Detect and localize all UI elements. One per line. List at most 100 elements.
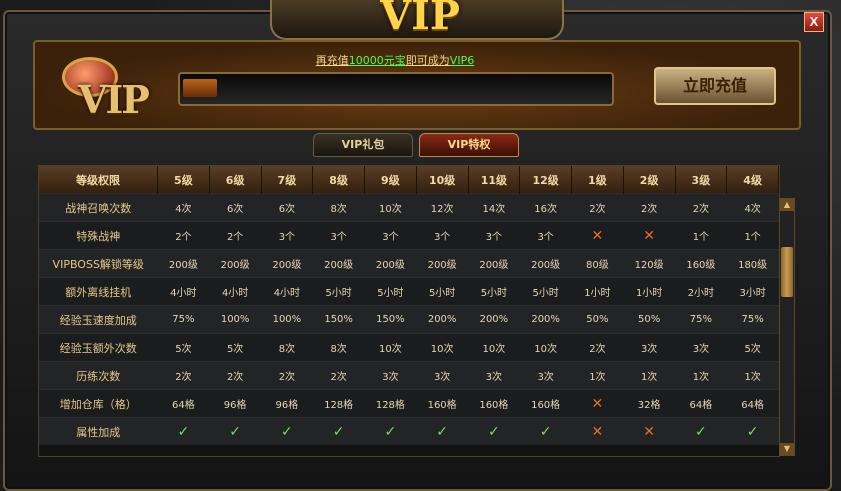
table-cell: 128格 — [312, 389, 365, 418]
row-label: 经验玉速度加成 — [39, 305, 158, 334]
tip-target-level[interactable]: VIP6 — [450, 54, 474, 67]
table-cell: 4小时 — [261, 277, 313, 306]
table-cell: 200级 — [157, 249, 210, 278]
table-cell: 75% — [675, 305, 727, 334]
cross-icon: ✕ — [571, 221, 624, 250]
table-row: 经验玉速度加成 75% 100% 100% 150% 150% 200% 200% 200% 50… — [39, 305, 779, 334]
header-cell-privilege: 等级权限 — [39, 166, 158, 194]
row-label: 历练次数 — [39, 361, 158, 390]
scroll-thumb[interactable] — [781, 247, 793, 297]
header-cell-level: 5级 — [157, 166, 210, 194]
header-cell-level: 11级 — [468, 166, 521, 194]
table-cell: 5小时 — [364, 277, 417, 306]
table-cell: 64格 — [675, 389, 727, 418]
table-cell: 120级 — [623, 249, 675, 278]
table-cell: 1个 — [675, 221, 727, 250]
table-cell: 3次 — [416, 361, 468, 390]
table-cell: 200级 — [364, 249, 417, 278]
table-cell: 4小时 — [157, 277, 210, 306]
tab-1[interactable]: VIP特权 — [419, 133, 519, 157]
check-icon: ✓ — [209, 417, 261, 445]
table-cell: 64格 — [157, 389, 210, 418]
table-cell: 4次 — [157, 193, 210, 222]
table-cell: 150% — [364, 305, 417, 334]
table-cell: 8次 — [261, 333, 313, 362]
table-row: VIPBOSS解锁等级 200级 200级 200级 200级 200级 200级 200级 2… — [39, 249, 779, 278]
table-scrollbar[interactable]: ▲ ▼ — [779, 198, 795, 456]
table-cell: 200级 — [312, 249, 365, 278]
table-cell: 80级 — [571, 249, 624, 278]
table-cell: 6次 — [209, 193, 261, 222]
table-cell: 5次 — [157, 333, 210, 362]
table-cell: 96格 — [209, 389, 261, 418]
table-cell: 50% — [623, 305, 675, 334]
table-cell: 3次 — [623, 333, 675, 362]
check-icon: ✓ — [157, 417, 210, 445]
table-cell: 50% — [571, 305, 624, 334]
table-cell: 1小时 — [571, 277, 624, 306]
table-cell: 3小时 — [726, 277, 779, 306]
window-title: VIP — [380, 0, 460, 39]
table-cell: 2次 — [675, 193, 727, 222]
table-cell: 3个 — [519, 221, 572, 250]
table-cell: 2次 — [571, 193, 624, 222]
table-cell: 160格 — [519, 389, 572, 418]
header-cell-level: 10级 — [416, 166, 469, 194]
check-icon: ✓ — [312, 417, 365, 445]
table-cell: 1次 — [675, 361, 727, 390]
table-cell: 200级 — [519, 249, 572, 278]
table-row: 属性加成 ✓ ✓ ✓ ✓ ✓ ✓ ✓ ✓ ✕ ✕ ✓ ✓ — [39, 417, 779, 445]
table-cell: 5小时 — [312, 277, 365, 306]
table-cell: 200% — [416, 305, 468, 334]
table-row: 特殊战神 2个 2个 3个 3个 3个 3个 3个 3个 ✕ ✕ 1个 1个 — [39, 221, 779, 250]
table-cell: 3个 — [468, 221, 520, 250]
close-button[interactable]: X — [804, 12, 824, 32]
cross-icon: ✕ — [571, 389, 624, 418]
scroll-up-button[interactable]: ▲ — [780, 199, 794, 211]
table-cell: 14次 — [468, 193, 520, 222]
tip-amount[interactable]: 10000元宝 — [349, 54, 406, 67]
table-cell: 75% — [726, 305, 779, 334]
table-cell: 200级 — [416, 249, 468, 278]
header-cell-level: 3级 — [675, 166, 728, 194]
table-row: 战神召唤次数 4次 6次 6次 8次 10次 12次 14次 16次 2次 2次 2次 4次 — [39, 193, 779, 222]
table-cell: 3次 — [675, 333, 727, 362]
header-cell-level: 8级 — [312, 166, 365, 194]
vip-badge-label: VIP — [78, 77, 150, 122]
table-row: 历练次数 2次 2次 2次 2次 3次 3次 3次 3次 1次 1次 1次 1次 — [39, 361, 779, 390]
table-cell: 5小时 — [416, 277, 468, 306]
tab-bar: VIP礼包 VIP特权 — [313, 133, 519, 157]
table-cell: 3个 — [364, 221, 417, 250]
table-cell: 128格 — [364, 389, 417, 418]
table-row: 额外离线挂机 4小时 4小时 4小时 5小时 5小时 5小时 5小时 5小时 1小时 1小时 2小时 3… — [39, 277, 779, 306]
tab-0[interactable]: VIP礼包 — [313, 133, 413, 157]
vip-progress-fill — [183, 79, 217, 97]
table-cell: 2小时 — [675, 277, 727, 306]
table-cell: 2个 — [209, 221, 261, 250]
table-cell: 100% — [209, 305, 261, 334]
row-label: 特殊战神 — [39, 221, 158, 250]
header-cell-level: 4级 — [726, 166, 779, 194]
table-cell: 3次 — [519, 361, 572, 390]
table-cell: 4次 — [726, 193, 779, 222]
recharge-button[interactable]: 立即充值 — [654, 67, 776, 105]
check-icon: ✓ — [675, 417, 727, 445]
table-cell: 8次 — [312, 193, 365, 222]
table-cell: 5次 — [726, 333, 779, 362]
scroll-down-button[interactable]: ▼ — [780, 443, 794, 455]
table-cell: 10次 — [364, 333, 417, 362]
table-cell: 3个 — [416, 221, 468, 250]
table-cell: 1次 — [623, 361, 675, 390]
table-cell: 12次 — [416, 193, 468, 222]
table-cell: 3个 — [261, 221, 313, 250]
tip-prefix: 再充值 — [315, 54, 349, 67]
table-cell: 2次 — [261, 361, 313, 390]
check-icon: ✓ — [468, 417, 520, 445]
check-icon: ✓ — [261, 417, 313, 445]
table-cell: 4小时 — [209, 277, 261, 306]
table-cell: 100% — [261, 305, 313, 334]
table-cell: 96格 — [261, 389, 313, 418]
table-cell: 2个 — [157, 221, 210, 250]
table-cell: 1个 — [726, 221, 779, 250]
table-cell: 1次 — [571, 361, 624, 390]
